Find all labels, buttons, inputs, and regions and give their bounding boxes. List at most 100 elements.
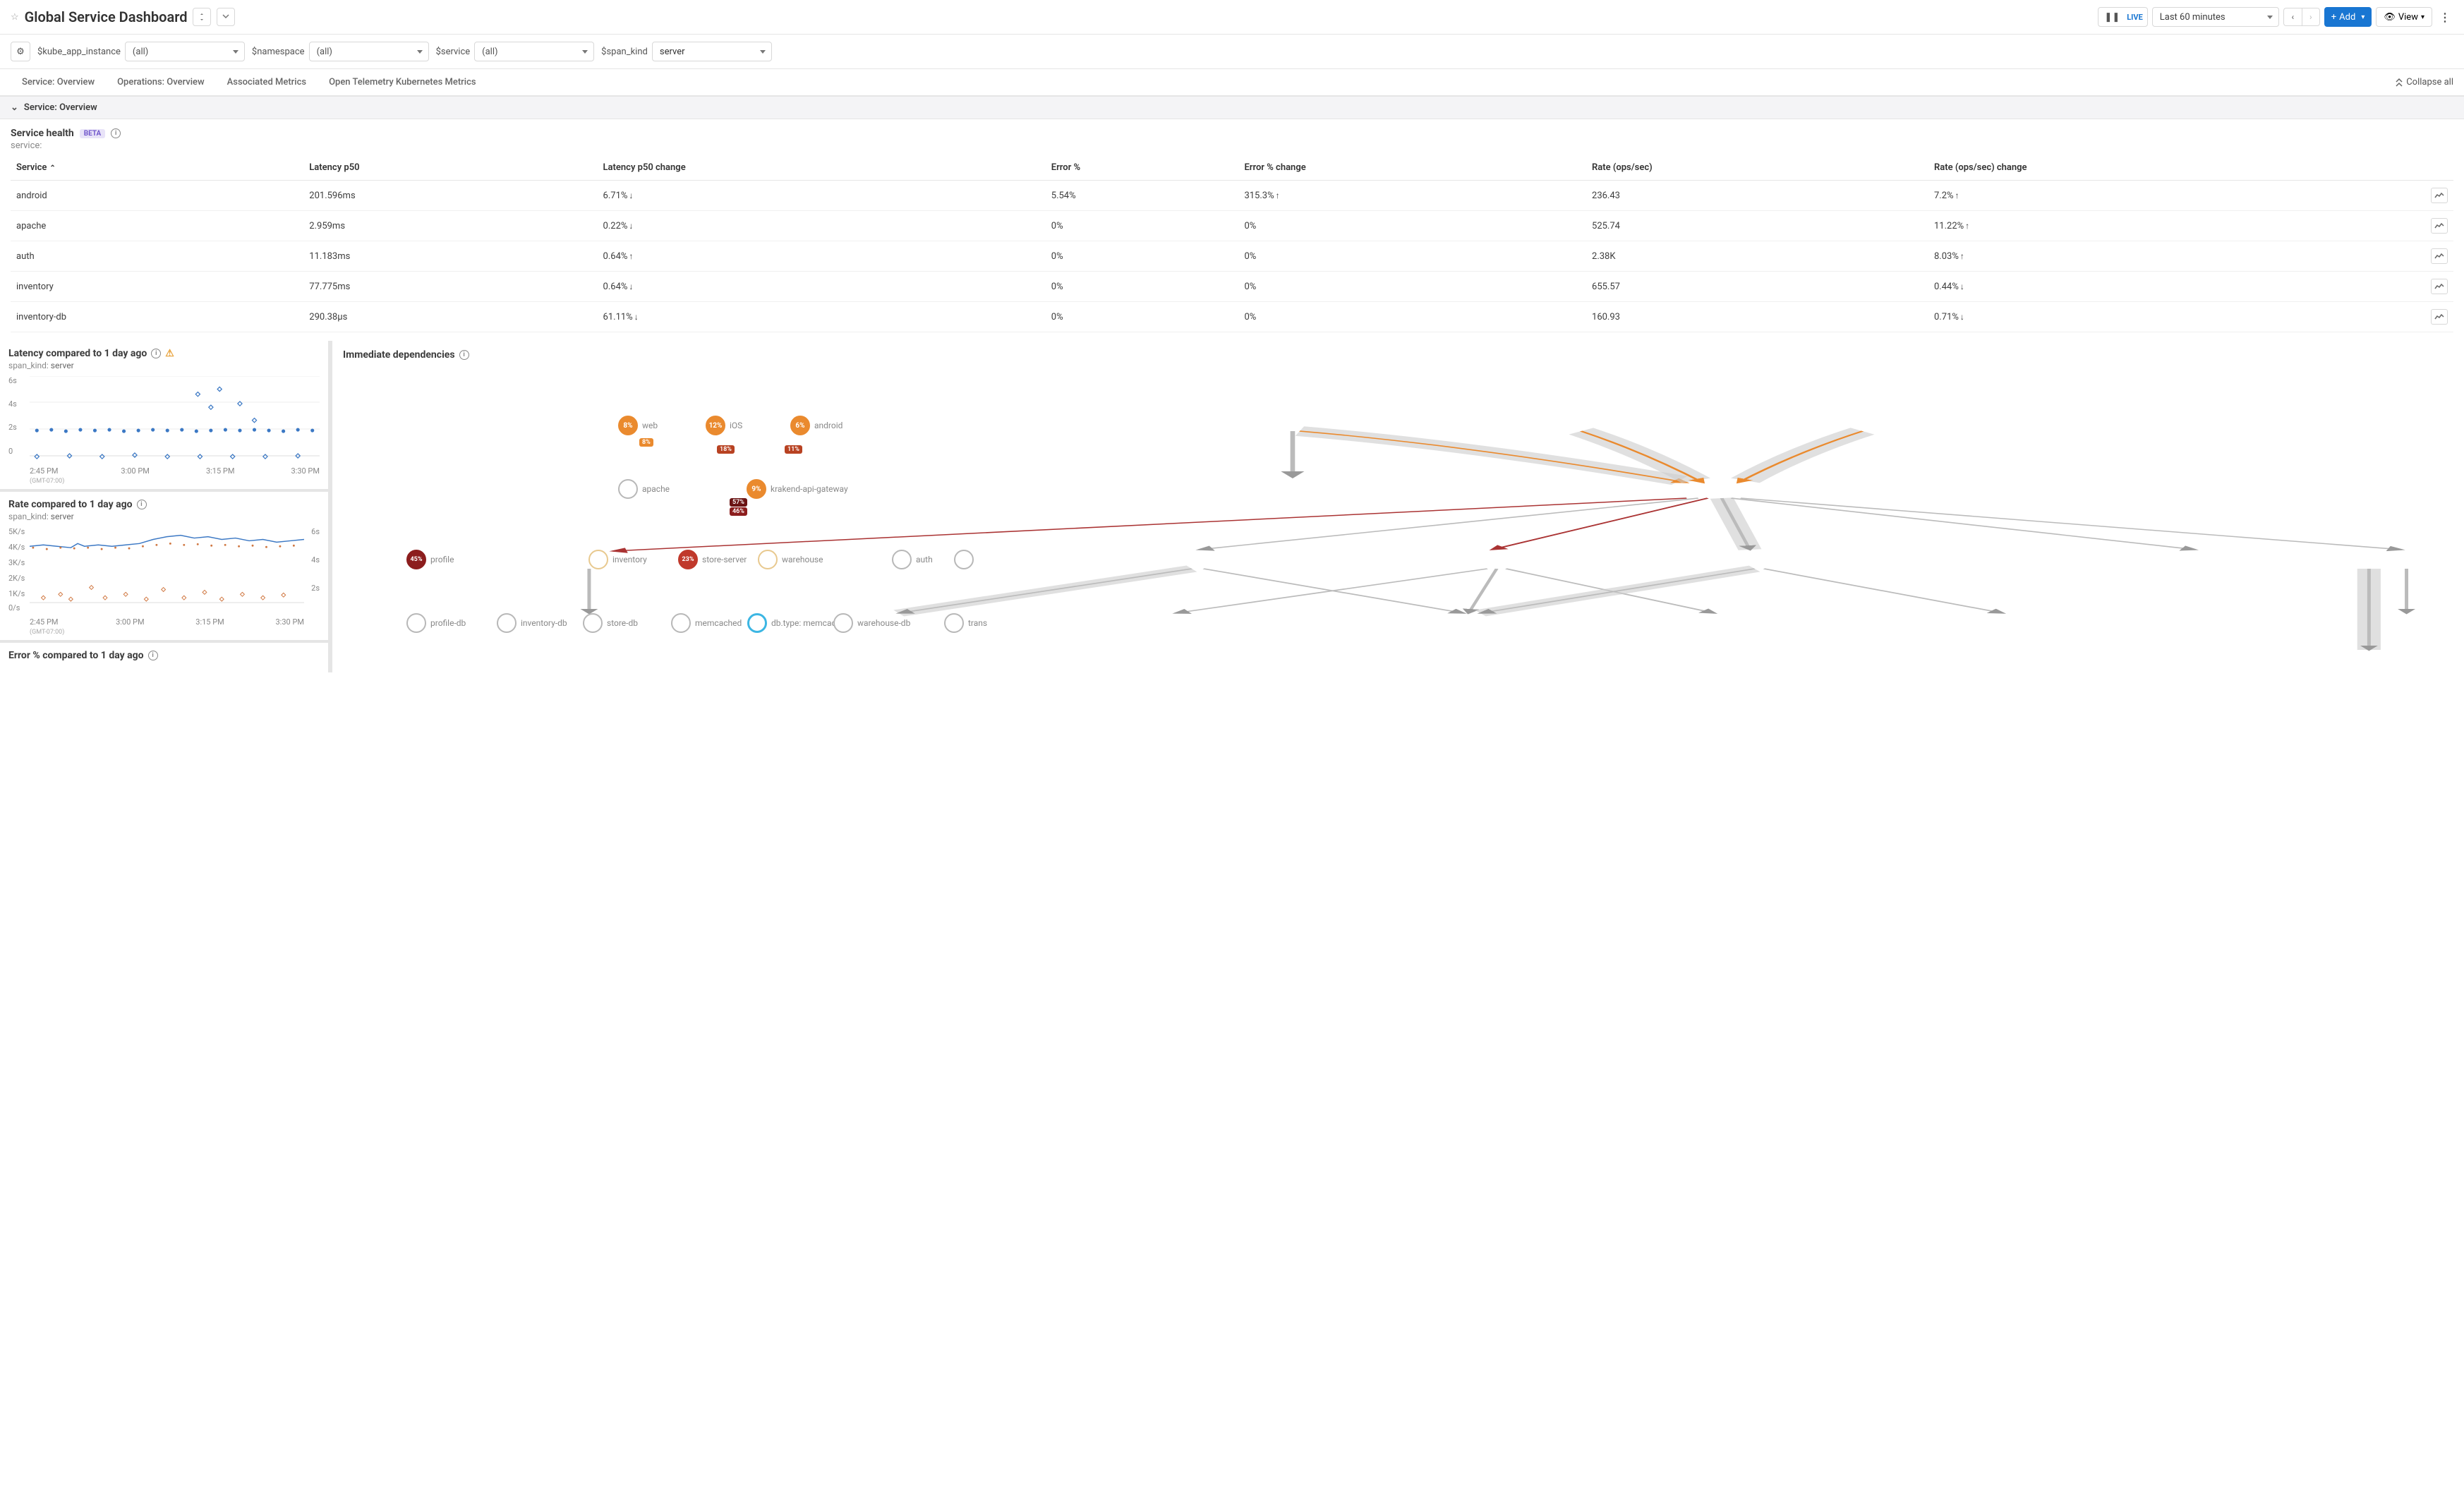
node-web[interactable]: 8%web <box>618 416 658 435</box>
latency-panel: Latency compared to 1 day ago i ⚠ span_k… <box>0 341 328 492</box>
chart-icon[interactable] <box>2431 248 2448 264</box>
cell-error-change: 315.3%↑ <box>1238 181 1586 211</box>
star-icon[interactable]: ☆ <box>11 12 19 23</box>
node-store-db[interactable]: store-db <box>583 613 638 633</box>
filter-label: $kube_app_instance <box>37 47 121 57</box>
cell-service: apache <box>11 211 303 241</box>
next-icon[interactable]: › <box>2302 8 2320 26</box>
node-memcache-type[interactable]: db.type: memcach... <box>747 613 847 633</box>
chevron-down-icon: ⌄ <box>11 102 18 113</box>
filter-span-kind[interactable]: server <box>652 42 772 61</box>
node-android[interactable]: 6%android <box>790 416 843 435</box>
tab-operations-overview[interactable]: Operations: Overview <box>106 69 216 95</box>
filter-namespace[interactable]: (all) <box>309 42 429 61</box>
table-row[interactable]: inventory77.775ms0.64%↓0%0%655.570.44%↓ <box>11 272 2453 302</box>
info-icon[interactable]: i <box>137 500 147 509</box>
cell-rate: 525.74 <box>1586 211 1928 241</box>
cell-error: 0% <box>1046 272 1239 302</box>
table-row[interactable]: android201.596ms6.71%↓5.54%315.3%↑236.43… <box>11 181 2453 211</box>
node-inventory-db[interactable]: inventory-db <box>497 613 567 633</box>
filter-label: $service <box>436 47 471 57</box>
chart-icon[interactable] <box>2431 188 2448 203</box>
chevron-down-icon: ▾ <box>2421 13 2424 21</box>
cell-error-change: 0% <box>1238 302 1586 332</box>
cell-latency-change: 61.11%↓ <box>598 302 1046 332</box>
tab-service-overview[interactable]: Service: Overview <box>11 69 106 95</box>
service-health-subtitle: service: <box>11 140 2453 151</box>
cell-rate: 655.57 <box>1586 272 1928 302</box>
edge-label: 46% <box>730 507 747 516</box>
node-apache[interactable]: apache <box>618 479 670 499</box>
node-warehouse[interactable]: warehouse <box>758 550 823 569</box>
info-icon[interactable]: i <box>148 651 158 660</box>
cell-rate-change: 11.22%↑ <box>1928 211 2425 241</box>
node-extra[interactable] <box>954 550 974 569</box>
node-auth[interactable]: auth <box>892 550 933 569</box>
col-service[interactable]: Service⌃ <box>11 155 303 181</box>
node-store-server[interactable]: 23%store-server <box>678 550 747 569</box>
chart-icon[interactable] <box>2431 279 2448 294</box>
view-button[interactable]: 👁 View ▾ <box>2376 7 2432 27</box>
filter-service[interactable]: (all) <box>474 42 594 61</box>
timerange-select[interactable]: Last 60 minutes <box>2152 7 2279 27</box>
col-rate-change[interactable]: Rate (ops/sec) change <box>1928 155 2425 181</box>
beta-badge: BETA <box>80 129 105 138</box>
chart-icon[interactable] <box>2431 309 2448 325</box>
table-row[interactable]: auth11.183ms0.64%↑0%0%2.38K8.03%↑ <box>11 241 2453 272</box>
cell-error-change: 0% <box>1238 241 1586 272</box>
cell-rate: 160.93 <box>1586 302 1928 332</box>
pause-icon[interactable]: ❚❚ <box>2100 12 2124 23</box>
gear-icon[interactable]: ⚙ <box>11 42 30 61</box>
cell-rate-change: 0.71%↓ <box>1928 302 2425 332</box>
cell-service: inventory-db <box>11 302 303 332</box>
node-warehouse-db[interactable]: warehouse-db <box>833 613 910 633</box>
col-latency-p50[interactable]: Latency p50 <box>303 155 597 181</box>
cell-latency-change: 0.64%↓ <box>598 272 1046 302</box>
cell-service: inventory <box>11 272 303 302</box>
tab-otel-k8s-metrics[interactable]: Open Telemetry Kubernetes Metrics <box>318 69 488 95</box>
info-icon[interactable]: i <box>459 350 469 360</box>
node-profile-db[interactable]: profile-db <box>406 613 466 633</box>
cell-latency: 77.775ms <box>303 272 597 302</box>
table-row[interactable]: inventory-db290.38µs61.11%↓0%0%160.930.7… <box>11 302 2453 332</box>
add-button[interactable]: + Add ▾ <box>2324 7 2372 27</box>
node-memcached[interactable]: memcached <box>671 613 742 633</box>
sort-icon[interactable] <box>193 8 211 26</box>
col-error-change[interactable]: Error % change <box>1238 155 1586 181</box>
info-icon[interactable]: i <box>111 128 121 138</box>
dependencies-title: Immediate dependencies <box>343 349 455 361</box>
collapse-all-button[interactable]: Collapse all <box>2395 77 2453 87</box>
dependencies-panel: Immediate dependencies i <box>332 341 2464 672</box>
latency-chart[interactable]: 6s 4s 2s 0 2:45 PM(GMT-07 <box>8 376 320 482</box>
add-label: Add <box>2339 12 2355 23</box>
cell-latency: 201.596ms <box>303 181 597 211</box>
edge-label: 8% <box>639 438 653 447</box>
chevron-down-icon[interactable] <box>217 8 235 26</box>
cell-latency: 11.183ms <box>303 241 597 272</box>
error-panel: Error % compared to 1 day ago i <box>0 643 328 668</box>
table-row[interactable]: apache2.959ms0.22%↓0%0%525.7411.22%↑ <box>11 211 2453 241</box>
latency-panel-title: Latency compared to 1 day ago <box>8 348 147 359</box>
rate-chart[interactable]: 5K/s 4K/s 3K/s 2K/s 1K/s 0/s 6s 4s 2s <box>8 527 320 633</box>
tab-associated-metrics[interactable]: Associated Metrics <box>216 69 318 95</box>
section-title: Service: Overview <box>24 102 97 113</box>
node-ios[interactable]: 12%iOS <box>706 416 742 435</box>
section-header[interactable]: ⌄ Service: Overview <box>0 96 2464 119</box>
col-latency-change[interactable]: Latency p50 change <box>598 155 1046 181</box>
col-error[interactable]: Error % <box>1046 155 1239 181</box>
filter-kube-app-instance[interactable]: (all) <box>125 42 245 61</box>
node-profile[interactable]: 45%profile <box>406 550 454 569</box>
prev-icon[interactable]: ‹ <box>2283 8 2302 26</box>
col-rate[interactable]: Rate (ops/sec) <box>1586 155 1928 181</box>
node-gateway[interactable]: 9%krakend-api-gateway <box>747 479 848 499</box>
cell-rate: 2.38K <box>1586 241 1928 272</box>
info-icon[interactable]: i <box>151 349 161 358</box>
node-inventory[interactable]: inventory <box>588 550 647 569</box>
edge-label: 57% <box>730 498 747 507</box>
view-label: View <box>2398 12 2418 23</box>
live-control[interactable]: ❚❚ LIVE <box>2098 7 2147 27</box>
node-trans[interactable]: trans <box>944 613 987 633</box>
kebab-icon[interactable]: ⋮ <box>2436 11 2453 24</box>
dependency-graph[interactable]: 8%web 12%iOS 6%android 8% 18% 11% apache… <box>343 368 2453 664</box>
chart-icon[interactable] <box>2431 218 2448 234</box>
